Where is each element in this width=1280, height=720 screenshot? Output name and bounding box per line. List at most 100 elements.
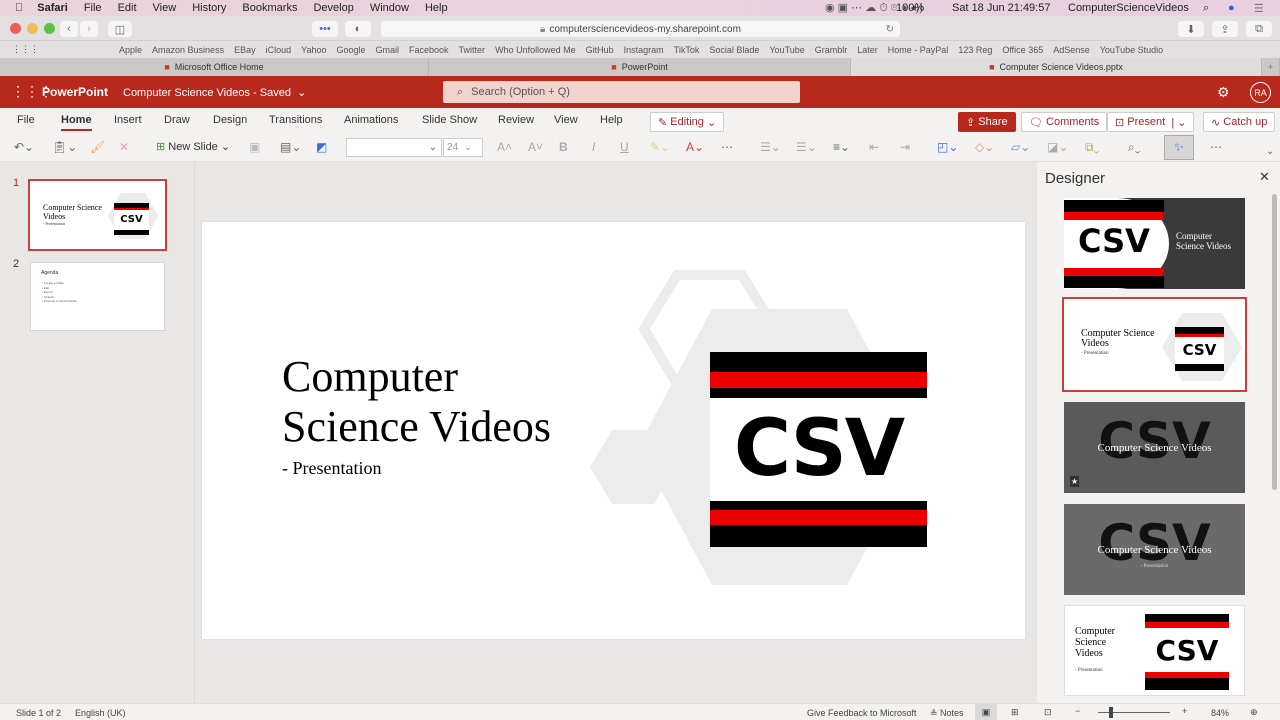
password-icon[interactable]: ••• [312,21,338,37]
tab-transitions[interactable]: Transitions [269,114,322,126]
tab-design[interactable]: Design [213,114,247,126]
highlight-icon[interactable]: ✎⌄ [650,140,670,154]
bookmark-item[interactable]: Gmail [376,45,400,55]
apps-grid-icon[interactable]: ⋮⋮⋮ [12,44,39,55]
comments-button[interactable]: 🗨︎ Comments [1021,112,1108,132]
background-icon[interactable]: ◩ [316,140,327,154]
slide-title[interactable]: Computer Science Videos [282,352,551,452]
bookmark-item[interactable]: Google [336,45,365,55]
bookmark-item[interactable]: Later [857,45,878,55]
paste-icon[interactable]: 📋︎⌄ [52,140,77,154]
address-bar[interactable]: 🔒︎ computersciencevideos-my.sharepoint.c… [381,21,900,37]
minimize-window-button[interactable] [27,23,38,34]
tab-view[interactable]: View [554,114,578,126]
arrange-icon[interactable]: ⧉⌄ [1085,140,1099,155]
decrease-font-icon[interactable]: A˅ [528,140,543,154]
menu-window[interactable]: Window [370,2,409,14]
tab-office-home[interactable]: ■ Microsoft Office Home [0,58,429,76]
menu-app[interactable]: Safari [37,2,68,14]
shapes-icon[interactable]: ◰⌄ [937,140,958,154]
notes-button[interactable]: ≗ Notes [930,708,964,719]
apple-icon[interactable]:  [15,2,23,14]
find-icon[interactable]: ⌕⌄ [1128,140,1140,155]
zoom-window-button[interactable] [44,23,55,34]
menu-develop[interactable]: Develop [313,2,353,14]
bookmark-item[interactable]: Apple [119,45,142,55]
undo-icon[interactable]: ↶⌄ [14,140,34,154]
spotlight-icon[interactable]: ⌕ [1203,2,1209,15]
shape-outline-icon[interactable]: ▱⌄ [1011,140,1030,154]
zoom-slider-thumb[interactable] [1109,707,1113,718]
font-family-select[interactable]: ⌄ [346,138,442,157]
bookmark-item[interactable]: YouTube Studio [1100,45,1163,55]
control-center-icon[interactable]: ☰ [1254,2,1264,15]
reload-icon[interactable]: ↻ [886,24,894,35]
tab-animations[interactable]: Animations [344,114,398,126]
bookmark-item[interactable]: GitHub [586,45,614,55]
share-button[interactable]: ⇪ Share [958,112,1016,132]
bookmark-item[interactable]: Who Unfollowed Me [495,45,576,55]
bookmark-item[interactable]: 123 Reg [958,45,992,55]
font-color-icon[interactable]: A⌄ [686,140,704,154]
tab-home[interactable]: Home [61,114,92,131]
bookmark-item[interactable]: Home - PayPal [888,45,949,55]
numbering-icon[interactable]: ☰⌄ [796,140,817,154]
design-idea-3[interactable]: CSV Computer Science Videos ★ [1064,402,1245,493]
slide-sorter-icon[interactable]: ⊞ [1011,707,1019,718]
bold-icon[interactable]: B [559,140,568,154]
bookmark-item[interactable]: Twitter [459,45,486,55]
bookmark-item[interactable]: EBay [234,45,256,55]
underline-icon[interactable]: U [620,140,629,154]
more-font-icon[interactable]: ⋯ [721,140,733,154]
align-icon[interactable]: ≡⌄ [833,140,850,154]
bookmark-item[interactable]: TikTok [674,45,700,55]
tab-pptx[interactable]: ■ Computer Science Videos.pptx [851,58,1262,76]
bookmark-item[interactable]: Social Blade [709,45,759,55]
reading-view-icon[interactable]: ⊡ [1044,707,1052,718]
bookmark-item[interactable]: Gramblr [815,45,848,55]
font-size-select[interactable]: 24 ⌄ [443,138,483,157]
bookmark-item[interactable]: YouTube [769,45,804,55]
privacy-shield-icon[interactable]: ◐ [345,21,371,37]
menu-file[interactable]: File [84,2,102,14]
delete-icon[interactable]: ✕ [119,140,129,154]
decrease-indent-icon[interactable]: ⇤ [869,140,879,154]
layout-icon[interactable]: ▤⌄ [280,140,301,154]
zoom-level[interactable]: 84% [1211,708,1229,718]
design-idea-2-selected[interactable]: Computer Science Videos - Presentation C… [1062,297,1247,392]
tab-review[interactable]: Review [498,114,534,126]
designer-icon[interactable]: ✨︎ [1164,135,1194,160]
editing-mode-button[interactable]: ✎ Editing ⌄ [650,112,725,132]
expand-ribbon-icon[interactable]: ⌄ [1266,146,1274,157]
forward-button[interactable]: › [80,21,98,37]
sidebar-toggle-icon[interactable]: ◫ [108,21,132,37]
tab-insert[interactable]: Insert [114,114,142,126]
bookmark-item[interactable]: Facebook [409,45,449,55]
share-page-icon[interactable]: ⇪ [1212,21,1238,37]
tab-draw[interactable]: Draw [164,114,190,126]
slide-thumbnail-1[interactable]: Computer Science Videos - Presentation C… [28,179,167,251]
design-idea-4[interactable]: CSV Computer Science Videos - Presentati… [1064,504,1245,595]
new-tab-button[interactable]: + [1262,58,1280,76]
zoom-out-button[interactable]: − [1075,706,1080,716]
reuse-slides-icon[interactable]: ▣ [249,140,260,154]
siri-icon[interactable]: ● [1228,2,1235,14]
slide-subtitle[interactable]: - Presentation [282,458,381,479]
tab-file[interactable]: File [17,114,35,126]
tab-powerpoint[interactable]: ■ PowerPoint [429,58,851,76]
slide-canvas[interactable]: CSV Computer Science Videos - Presentati… [202,222,1025,639]
design-idea-5[interactable]: Computer Science Videos - Presentation C… [1064,605,1245,696]
close-window-button[interactable] [10,23,21,34]
close-designer-icon[interactable]: ✕ [1259,169,1270,185]
avatar[interactable]: RA [1250,82,1271,103]
catch-up-button[interactable]: ∿ Catch up [1203,112,1276,132]
bookmark-item[interactable]: AdSense [1053,45,1090,55]
downloads-icon[interactable]: ⬇ [1178,21,1204,37]
feedback-link[interactable]: Give Feedback to Microsoft [807,708,917,718]
italic-icon[interactable]: I [592,140,595,154]
design-idea-1[interactable]: CSV Computer Science Videos [1064,198,1245,289]
language[interactable]: English (UK) [75,708,126,718]
menu-view[interactable]: View [153,2,177,14]
increase-indent-icon[interactable]: ⇥ [900,140,910,154]
present-button[interactable]: ⊡ Present | ⌄ [1107,112,1195,132]
